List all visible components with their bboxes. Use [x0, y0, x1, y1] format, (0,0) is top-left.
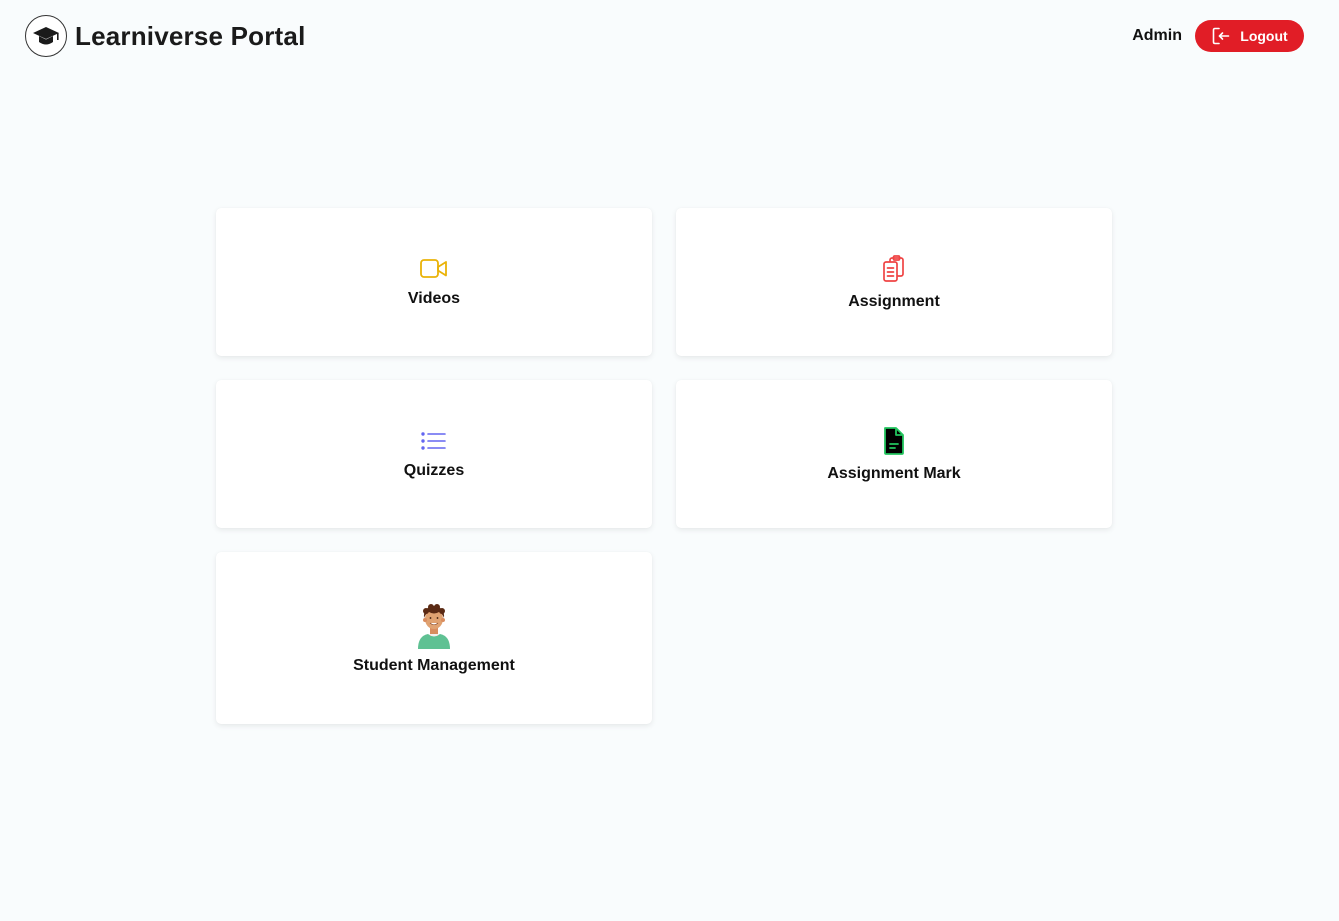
document-icon	[881, 426, 907, 456]
assignment-mark-card[interactable]: Assignment Mark	[676, 380, 1112, 528]
card-label: Assignment Mark	[827, 464, 961, 482]
graduation-cap-icon	[25, 15, 67, 57]
student-management-card[interactable]: Student Management	[216, 552, 652, 724]
video-camera-icon	[419, 257, 449, 281]
user-area: Admin Logout	[1132, 20, 1304, 52]
student-avatar-icon	[414, 602, 454, 650]
logout-icon	[1212, 27, 1230, 45]
brand-title: Learniverse Portal	[75, 20, 306, 51]
brand[interactable]: Learniverse Portal	[25, 14, 306, 58]
top-header: Learniverse Portal Admin Logout	[0, 0, 1339, 72]
quizzes-card[interactable]: Quizzes	[216, 380, 652, 528]
logout-label: Logout	[1240, 28, 1288, 44]
videos-card[interactable]: Videos	[216, 208, 652, 356]
user-name: Admin	[1132, 27, 1182, 44]
card-label: Videos	[407, 289, 461, 307]
card-label: Student Management	[353, 656, 515, 674]
card-label: Assignment	[848, 292, 940, 310]
list-icon	[420, 429, 448, 453]
assignment-card[interactable]: Assignment	[676, 208, 1112, 356]
clipboard-copy-icon	[880, 254, 908, 284]
logout-button[interactable]: Logout	[1195, 20, 1304, 52]
card-label: Quizzes	[403, 461, 465, 479]
